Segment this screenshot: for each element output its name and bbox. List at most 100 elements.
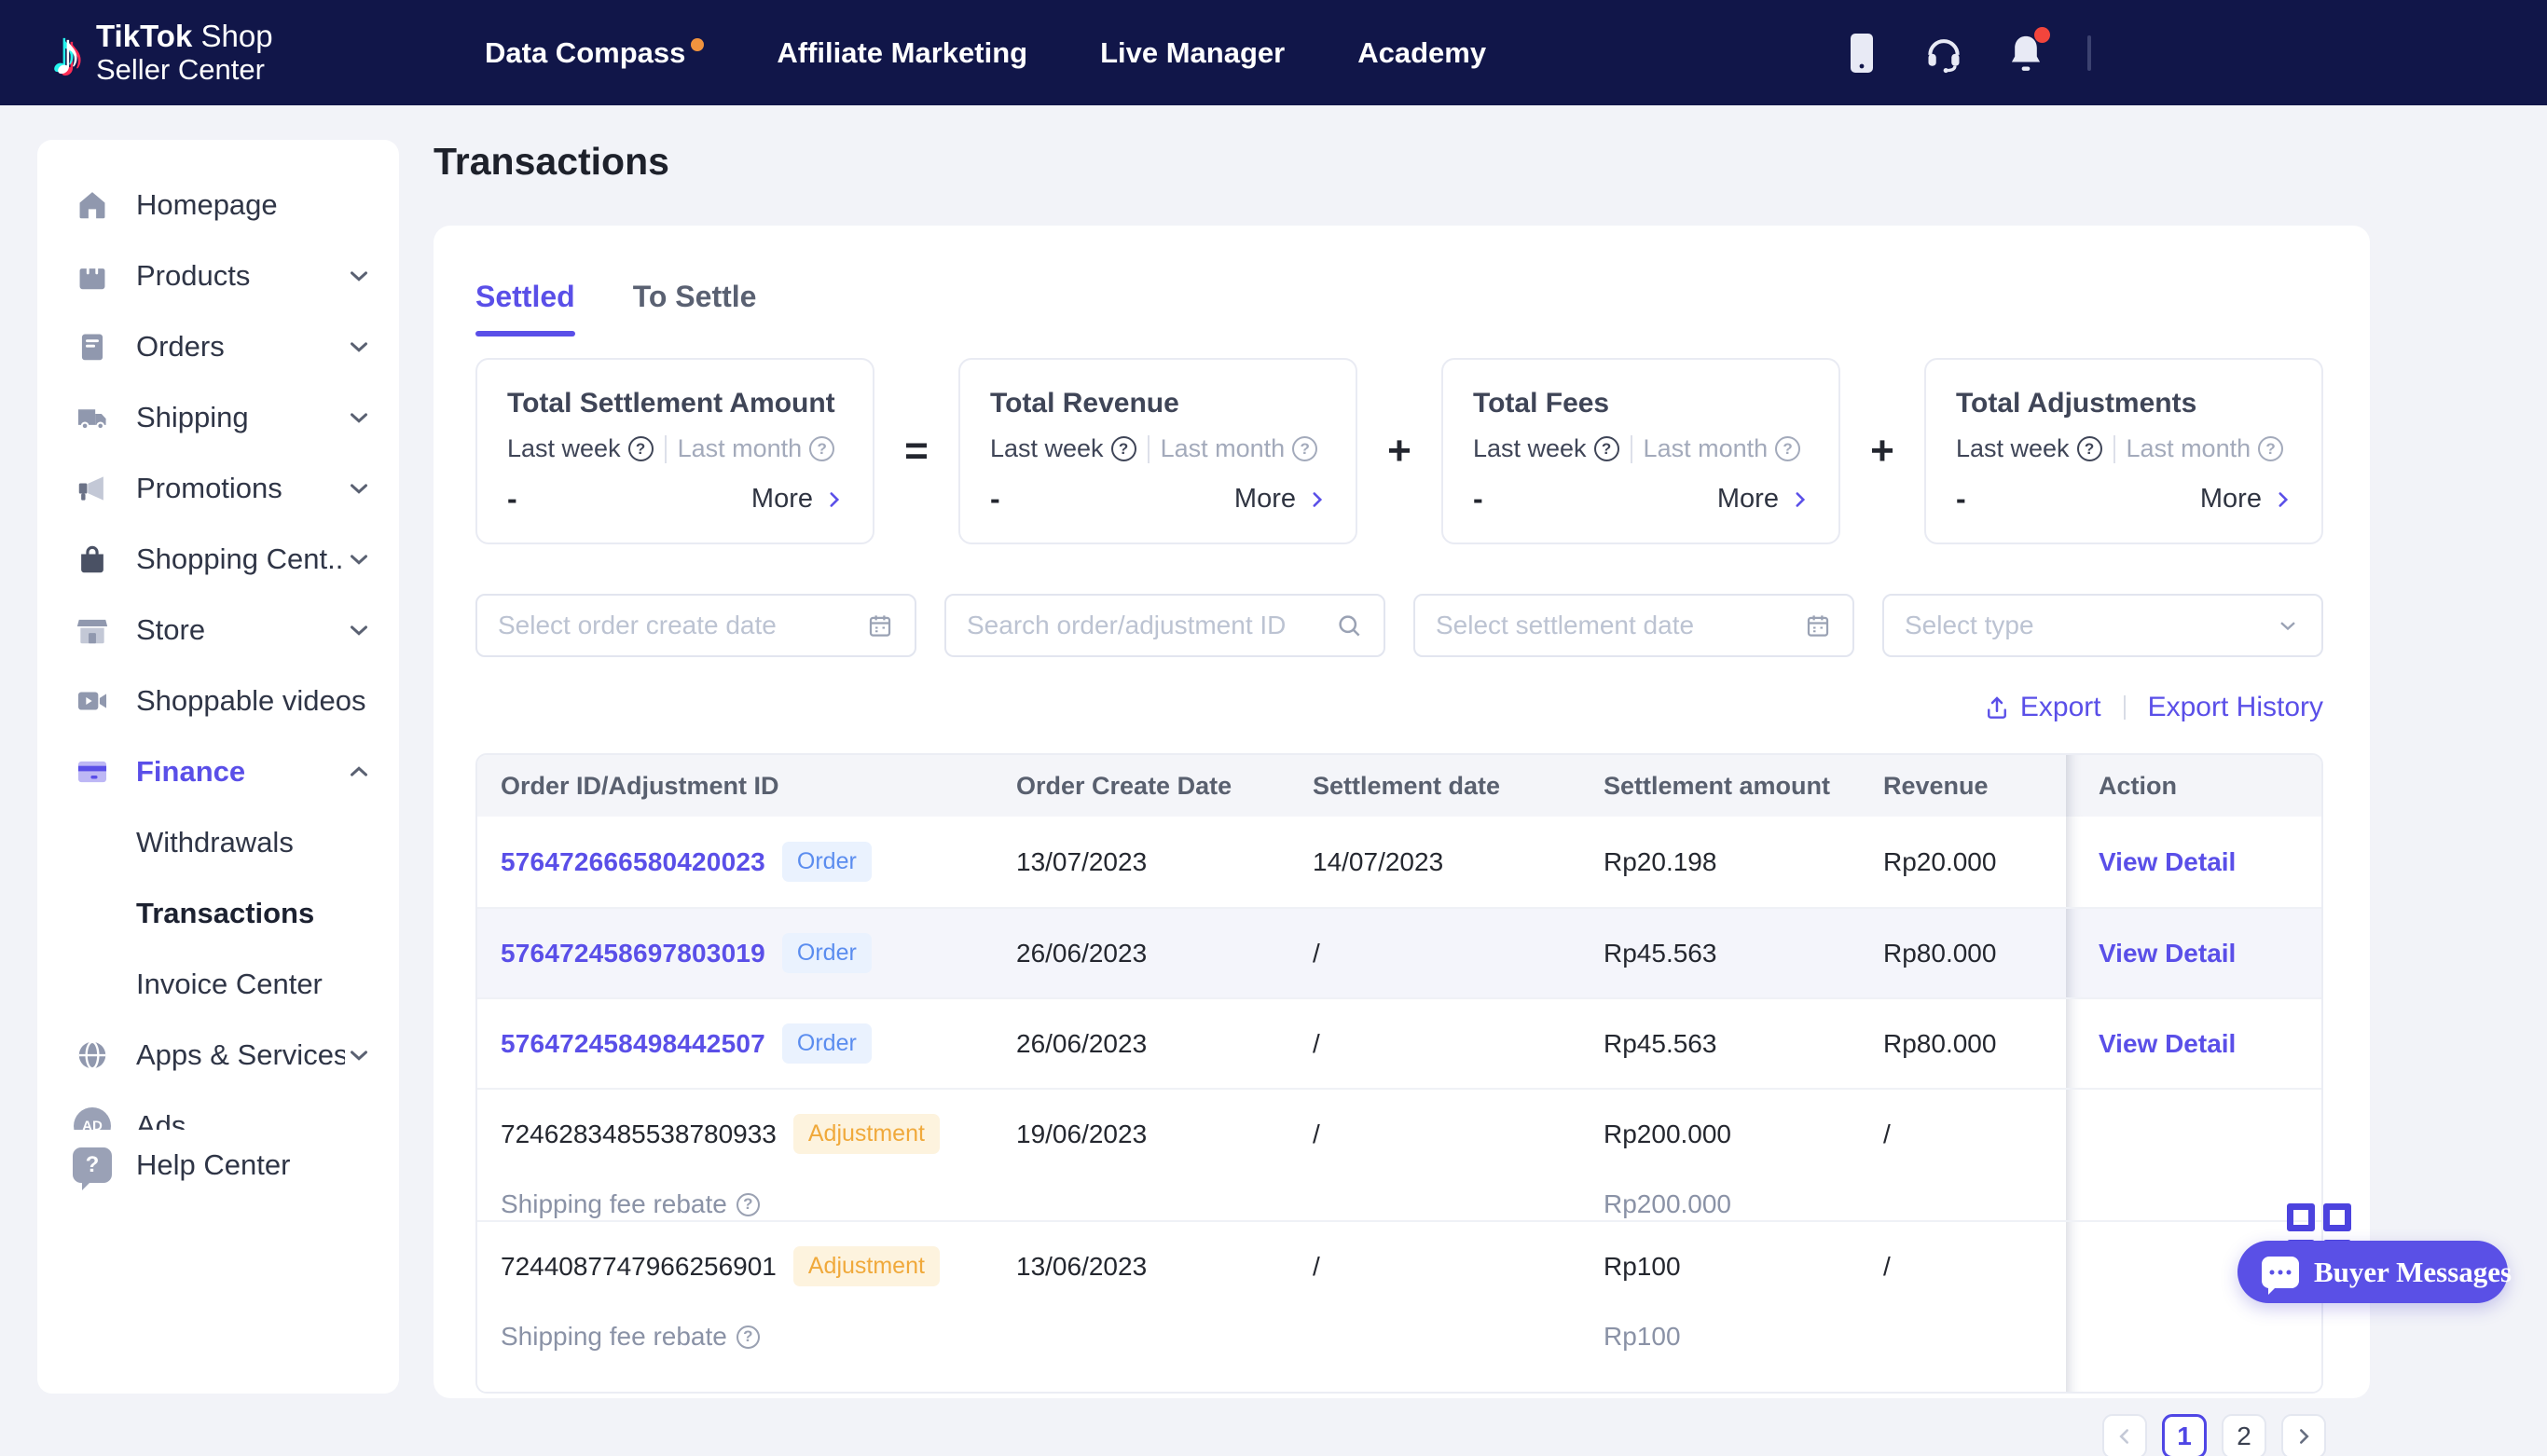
more-link[interactable]: More	[2200, 484, 2295, 515]
period-last-month[interactable]: Last month	[1161, 434, 1318, 463]
menu-live-manager[interactable]: Live Manager	[1100, 36, 1285, 70]
sidebar-item-shoppable-videos[interactable]: Shoppable videos	[37, 666, 399, 736]
tab-settled[interactable]: Settled	[475, 280, 575, 337]
order-create-date-input[interactable]	[498, 611, 855, 640]
question-circle-icon[interactable]	[2258, 436, 2283, 461]
card-title: Total Adjustments	[1956, 388, 2292, 419]
card-total-revenue: Total Revenue Last week Last month - Mor…	[958, 358, 1357, 544]
order-id-link[interactable]: 576472666580420023	[501, 847, 765, 877]
brand-light: Shop	[192, 19, 272, 53]
bell-icon[interactable]	[2005, 33, 2046, 74]
sidebar-item-invoice-center[interactable]: Invoice Center	[37, 949, 399, 1020]
settlement-date-input[interactable]	[1436, 611, 1793, 640]
sidebar-item-apps-services[interactable]: Apps & Services	[37, 1020, 399, 1091]
order-adjustment-id-input[interactable]	[967, 611, 1324, 640]
sidebar-item-store[interactable]: Store	[37, 595, 399, 666]
question-circle-icon[interactable]	[1111, 436, 1136, 461]
card-title: Total Fees	[1473, 388, 1809, 419]
order-create-date: 26/06/2023	[1016, 939, 1313, 968]
order-create-date: 19/06/2023	[1016, 1119, 1313, 1149]
type-select-input[interactable]	[1905, 611, 2264, 640]
sidebar-item-shopping-center[interactable]: Shopping Cent...	[37, 524, 399, 595]
period-divider	[1148, 435, 1150, 463]
settlement-date-filter[interactable]	[1413, 594, 1854, 657]
question-circle-icon[interactable]	[628, 436, 654, 461]
period-last-week[interactable]: Last week	[1473, 434, 1619, 463]
export-button[interactable]: Export	[1983, 692, 2101, 723]
top-menu: Data Compass Affiliate Marketing Live Ma…	[485, 0, 1486, 105]
more-label: More	[2200, 484, 2262, 515]
export-history-button[interactable]: Export History	[2148, 692, 2323, 723]
menu-data-compass[interactable]: Data Compass	[485, 36, 704, 70]
chevron-down-icon	[345, 616, 373, 644]
question-circle-icon[interactable]	[1594, 436, 1619, 461]
chevron-right-icon	[822, 488, 847, 512]
order-id-link[interactable]: 576472458498442507	[501, 1029, 765, 1059]
sidebar-item-label: Shoppable videos	[136, 684, 365, 718]
logo-text: TikTok Shop Seller Center	[96, 20, 273, 87]
table-row-adjustment: 7246283485538780933 Adjustment 19/06/202…	[477, 1088, 2321, 1220]
question-circle-icon[interactable]	[1292, 436, 1317, 461]
question-circle-icon[interactable]	[809, 436, 834, 461]
question-circle-icon[interactable]	[1775, 436, 1800, 461]
sidebar-item-transactions[interactable]: Transactions	[37, 878, 399, 949]
view-detail-link[interactable]: View Detail	[2099, 939, 2236, 968]
menu-academy[interactable]: Academy	[1357, 36, 1486, 70]
card-total-settlement-amount: Total Settlement Amount Last week Last m…	[475, 358, 874, 544]
mobile-icon[interactable]	[1841, 33, 1882, 74]
sidebar-item-orders[interactable]: Orders	[37, 311, 399, 382]
next-page-button[interactable]	[2281, 1414, 2326, 1456]
video-icon	[73, 681, 112, 721]
sidebar-item-products[interactable]: Products	[37, 240, 399, 311]
more-label: More	[751, 484, 813, 515]
column-settlement-date: Settlement date	[1313, 772, 1604, 801]
chevron-down-icon	[345, 474, 373, 502]
table-row: 576472666580420023 Order 13/07/2023 14/0…	[477, 817, 2321, 907]
tiktok-shop-logo[interactable]: ♪ TikTok Shop Seller Center	[52, 0, 273, 105]
period-label: Last month	[1644, 434, 1769, 463]
more-link[interactable]: More	[1234, 484, 1329, 515]
sidebar-item-promotions[interactable]: Promotions	[37, 453, 399, 524]
question-circle-icon[interactable]	[2077, 436, 2102, 461]
chat-bubble-icon	[2262, 1257, 2299, 1288]
sidebar-item-help-center[interactable]: Help Center	[37, 1130, 399, 1201]
question-circle-icon[interactable]	[737, 1326, 760, 1349]
period-divider	[2113, 435, 2115, 463]
order-create-date-filter[interactable]	[475, 594, 916, 657]
order-id-link[interactable]: 576472458697803019	[501, 939, 765, 968]
sidebar-item-shipping[interactable]: Shipping	[37, 382, 399, 453]
globe-icon	[73, 1036, 112, 1075]
sidebar-item-label: Help Center	[136, 1148, 290, 1182]
view-detail-link[interactable]: View Detail	[2099, 847, 2236, 877]
sidebar-item-finance[interactable]: Finance	[37, 736, 399, 807]
sidebar-item-homepage[interactable]: Homepage	[37, 170, 399, 240]
period-last-month[interactable]: Last month	[1644, 434, 1801, 463]
order-badge: Order	[782, 842, 872, 882]
period-last-week[interactable]: Last week	[1956, 434, 2102, 463]
view-detail-link[interactable]: View Detail	[2099, 1029, 2236, 1059]
sidebar-item-withdrawals[interactable]: Withdrawals	[37, 807, 399, 878]
chevron-up-icon	[345, 758, 373, 786]
period-last-month[interactable]: Last month	[2127, 434, 2284, 463]
type-select[interactable]	[1882, 594, 2323, 657]
buyer-messages-button[interactable]: Buyer Messages	[2237, 1241, 2508, 1303]
period-last-week[interactable]: Last week	[990, 434, 1136, 463]
previous-page-button[interactable]	[2102, 1414, 2147, 1456]
chevron-down-icon	[345, 545, 373, 573]
adjustment-id: 7244087747966256901	[501, 1252, 777, 1282]
period-last-week[interactable]: Last week	[507, 434, 654, 463]
page-1-button[interactable]: 1	[2162, 1414, 2207, 1456]
question-circle-icon[interactable]	[737, 1193, 760, 1216]
more-link[interactable]: More	[751, 484, 847, 515]
sidebar-item-label: Invoice Center	[136, 968, 323, 1001]
settlement-amount: Rp45.563	[1604, 1029, 1883, 1059]
more-link[interactable]: More	[1717, 484, 1812, 515]
order-adjustment-id-search[interactable]	[944, 594, 1385, 657]
tab-to-settle[interactable]: To Settle	[633, 280, 757, 337]
page-2-button[interactable]: 2	[2222, 1414, 2266, 1456]
card-icon	[73, 752, 112, 791]
headset-icon[interactable]	[1923, 33, 1964, 74]
menu-affiliate-marketing[interactable]: Affiliate Marketing	[777, 36, 1027, 70]
period-last-month[interactable]: Last month	[678, 434, 835, 463]
search-icon	[1335, 611, 1363, 639]
